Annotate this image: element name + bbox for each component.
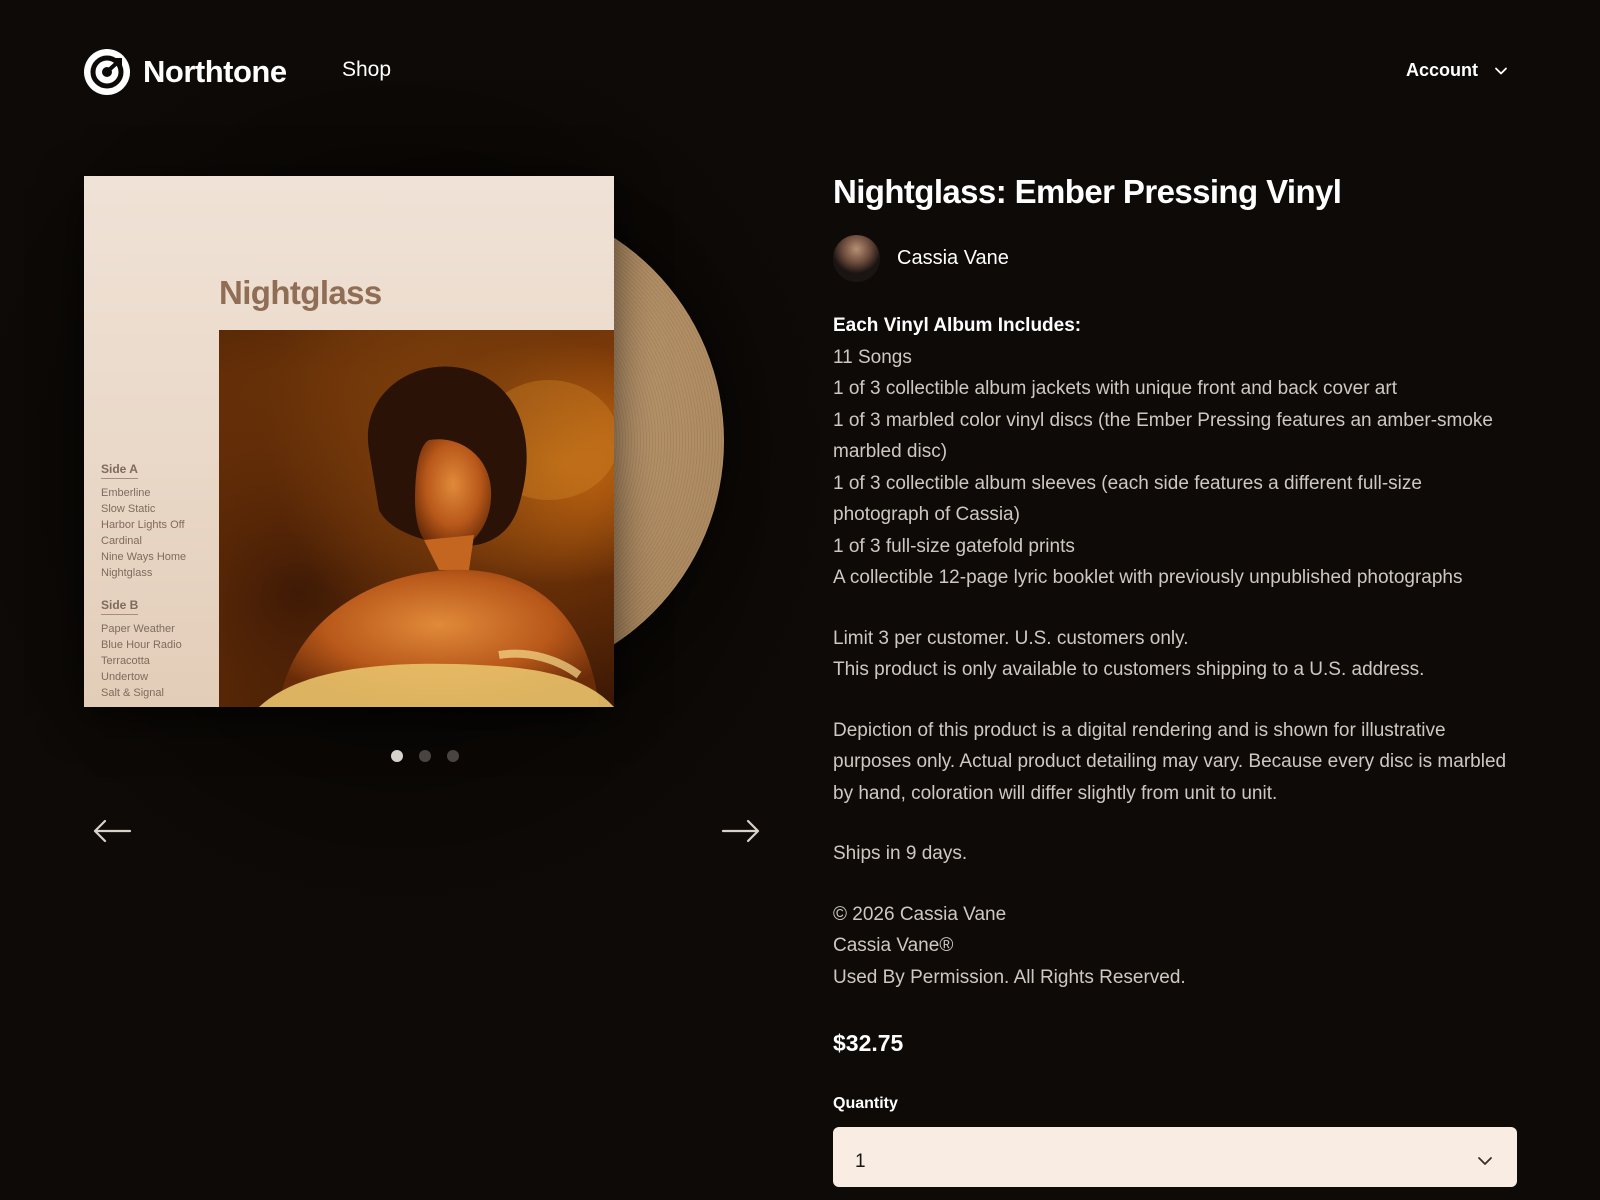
includes-item: 1 of 3 collectible album jackets with un… [833,378,1397,399]
product-description: Each Vinyl Album Includes: 11 Songs 1 of… [833,310,1516,993]
copyright-line: © 2026 Cassia Vane [833,903,1007,925]
side-a-label: Side A [101,462,138,479]
quantity-select[interactable]: 1 [833,1127,1517,1187]
artist-name: Cassia Vane [897,247,1009,269]
track-item: Harbor Lights Off [101,519,185,531]
gallery-dot-2[interactable] [419,750,431,762]
album-cover-image: Nightglass Side A Emberline Slow Static … [84,176,614,707]
account-menu[interactable]: Account [1406,60,1508,81]
track-item: Paper Weather [101,623,175,635]
shipping-restriction: This product is only available to custom… [833,659,1425,680]
gallery-pagination [391,750,459,762]
quantity-value: 1 [855,1151,866,1172]
track-item: Salt & Signal [101,687,164,699]
gallery-dot-1[interactable] [391,750,403,762]
chevron-down-icon [1495,67,1507,74]
brand-name: Northtone [143,54,287,89]
northtone-logo-icon [84,49,130,95]
cover-title: Nightglass [219,274,382,311]
cover-portrait-photo [219,330,614,707]
includes-item: 11 Songs [833,346,912,368]
product-title: Nightglass: Ember Pressing Vinyl [833,173,1342,210]
track-item: Slow Static [101,503,156,515]
track-item: Nine Ways Home [101,551,187,563]
includes-item: A collectible 12-page lyric booklet with… [833,567,1463,588]
site-header: Northtone Shop Account [0,0,1600,144]
includes-item: 1 of 3 collectible album sleeves (each s… [833,472,1422,526]
side-a-tracklist: Side A Emberline Slow Static Harbor Ligh… [101,462,186,581]
track-item: Emberline [101,487,151,499]
brand-logo[interactable]: Northtone [84,49,287,95]
artist-avatar [833,235,880,282]
nav-shop-link[interactable]: Shop [342,58,391,82]
arrow-right-icon[interactable] [721,816,761,846]
includes-item: 1 of 3 marbled color vinyl discs (the Em… [833,409,1493,463]
track-item: Nightglass [101,567,153,579]
track-item: Cardinal [101,535,142,547]
portrait-illustration [259,366,614,707]
includes-item: 1 of 3 full-size gatefold prints [833,535,1075,557]
track-item: Terracotta [101,655,150,667]
includes-heading: Each Vinyl Album Includes: [833,315,1082,336]
side-b-tracklist: Side B Paper Weather Blue Hour Radio Ter… [101,598,182,701]
purchase-limit: Limit 3 per customer. U.S. customers onl… [833,627,1189,649]
side-b-label: Side B [101,598,139,615]
artist-row[interactable]: Cassia Vane [833,235,1516,282]
track-item: Undertow [101,671,149,683]
product-gallery: Nightglass Side A Emberline Slow Static … [84,176,764,866]
product-price: $32.75 [833,1030,904,1056]
rights-line: Used By Permission. All Rights Reserved. [833,966,1186,988]
gallery-dot-3[interactable] [447,750,459,762]
trademark-line: Cassia Vane® [833,935,954,956]
chevron-down-icon [1478,1157,1492,1165]
ship-time: Ships in 9 days. [833,843,968,864]
product-details: Nightglass: Ember Pressing Vinyl Cassia … [833,170,1517,1187]
account-label: Account [1406,60,1478,80]
quantity-label: Quantity [833,1095,898,1112]
rendering-disclaimer: Depiction of this product is a digital r… [833,719,1507,804]
arrow-left-icon[interactable] [92,816,132,846]
track-item: Blue Hour Radio [101,639,182,651]
